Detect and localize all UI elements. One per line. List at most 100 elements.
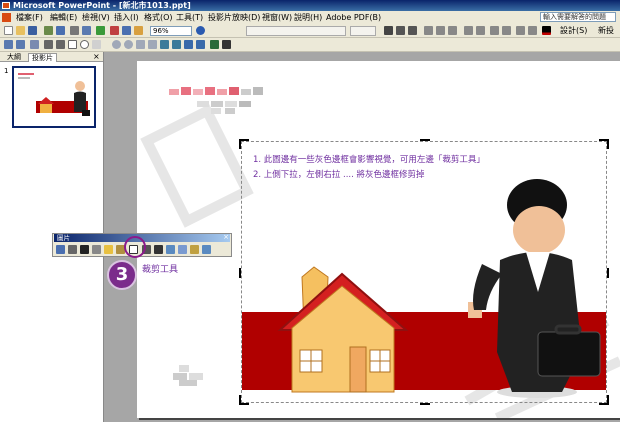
- color-icon[interactable]: [68, 245, 77, 254]
- reset-picture-icon[interactable]: [202, 245, 211, 254]
- align-right-icon[interactable]: [448, 26, 457, 35]
- new-slide-button[interactable]: 新投: [598, 25, 614, 37]
- email-icon[interactable]: [56, 26, 65, 35]
- insert-picture-icon[interactable]: [56, 245, 65, 254]
- slide-number: 1: [4, 67, 9, 75]
- clipart-icon[interactable]: [184, 40, 193, 49]
- print-icon[interactable]: [70, 26, 79, 35]
- textbox-icon[interactable]: [92, 40, 101, 49]
- line-color-icon[interactable]: [222, 40, 231, 49]
- instruction-step-2: 2. 上側下拉，左側右拉 .... 將灰色邊框修剪掉: [253, 170, 425, 180]
- spelling-icon[interactable]: [96, 26, 105, 35]
- underline-icon[interactable]: [408, 26, 417, 35]
- crop-handle-bottom-left[interactable]: [238, 394, 250, 406]
- autoshapes-icon[interactable]: [30, 40, 39, 49]
- decrease-indent-icon[interactable]: [516, 26, 525, 35]
- powerpoint-window: Microsoft PowerPoint - [新北市1013.ppt] 檔案(…: [0, 0, 620, 422]
- line-icon[interactable]: [44, 40, 53, 49]
- crop-handle-top[interactable]: [420, 139, 430, 141]
- oval-icon[interactable]: [80, 40, 89, 49]
- slide-subtitle-blurred: [197, 101, 251, 114]
- menu-window[interactable]: 視窗(W): [262, 11, 292, 24]
- crop-handle-top-right[interactable]: [598, 138, 610, 150]
- align-objects-icon[interactable]: [148, 40, 157, 49]
- bullets-icon[interactable]: [476, 26, 485, 35]
- menu-insert[interactable]: 插入(I): [114, 11, 139, 24]
- crop-handle-left[interactable]: [239, 268, 241, 278]
- align-center-icon[interactable]: [436, 26, 445, 35]
- menu-edit[interactable]: 編輯(E): [50, 11, 77, 24]
- menu-view[interactable]: 檢視(V): [82, 11, 110, 24]
- font-size-select[interactable]: [350, 26, 376, 36]
- wordart-icon[interactable]: [160, 40, 169, 49]
- slide-thumbnail[interactable]: [12, 66, 96, 128]
- font-name-select[interactable]: [246, 26, 346, 36]
- less-contrast-icon[interactable]: [92, 245, 101, 254]
- design-button[interactable]: 設計(S): [560, 25, 587, 37]
- cut-icon[interactable]: [110, 26, 119, 35]
- rotate-left-icon[interactable]: [112, 40, 121, 49]
- new-icon[interactable]: [4, 26, 13, 35]
- bold-icon[interactable]: [384, 26, 393, 35]
- open-icon[interactable]: [16, 26, 25, 35]
- crop-handle-bottom-right[interactable]: [598, 394, 610, 406]
- instruction-text: 1. 此圖邊有一些灰色邊框會影響視覺，可用左邊「裁剪工具」 2. 上側下拉，左側…: [253, 153, 485, 183]
- tab-slides[interactable]: 投影片: [28, 53, 57, 62]
- zoom-select[interactable]: 96%: [150, 26, 192, 36]
- crop-tool-label: 裁剪工具: [142, 265, 179, 275]
- numbering-icon[interactable]: [464, 26, 473, 35]
- permission-icon[interactable]: [44, 26, 53, 35]
- copy-icon[interactable]: [122, 26, 131, 35]
- flip-icon[interactable]: [136, 40, 145, 49]
- picture-icon[interactable]: [196, 40, 205, 49]
- line-style-icon[interactable]: [154, 245, 163, 254]
- align-left-icon[interactable]: [424, 26, 433, 35]
- rectangle-icon[interactable]: [68, 40, 77, 49]
- menu-bar: 檔案(F) 編輯(E) 檢視(V) 插入(I) 格式(O) 工具(T) 投影片放…: [0, 11, 620, 24]
- fill-color-icon[interactable]: [210, 40, 219, 49]
- standard-toolbar: 96% 設計(S) 新投: [0, 24, 620, 38]
- step-badge: 3: [107, 260, 137, 290]
- transparent-color-icon[interactable]: [190, 245, 199, 254]
- crop-handle-bottom[interactable]: [420, 403, 430, 405]
- select-objects-icon[interactable]: [16, 40, 25, 49]
- paste-icon[interactable]: [134, 26, 143, 35]
- format-picture-icon[interactable]: [178, 245, 187, 254]
- menu-help[interactable]: 說明(H): [294, 11, 322, 24]
- font-color-icon[interactable]: [542, 26, 551, 35]
- draw-icon[interactable]: [4, 40, 13, 49]
- rotate-right-icon[interactable]: [124, 40, 133, 49]
- window-title: Microsoft PowerPoint - [新北市1013.ppt]: [13, 1, 191, 10]
- compress-icon[interactable]: [166, 245, 175, 254]
- help-search-input[interactable]: 輸入需要解答的問題: [540, 12, 616, 22]
- decrease-font-icon[interactable]: [502, 26, 511, 35]
- instruction-step-1: 1. 此圖邊有一些灰色邊框會影響視覺，可用左邊「裁剪工具」: [253, 155, 485, 165]
- print-preview-icon[interactable]: [82, 26, 91, 35]
- close-icon[interactable]: ×: [93, 52, 100, 62]
- menu-tools[interactable]: 工具(T): [176, 11, 203, 24]
- drawing-toolbar: [0, 38, 620, 52]
- menu-file[interactable]: 檔案(F): [16, 11, 43, 24]
- close-icon[interactable]: ×: [223, 233, 229, 241]
- pane-tabs: 大綱 投影片 ×: [0, 52, 103, 62]
- thumbnail-image: [18, 73, 90, 116]
- more-brightness-icon[interactable]: [104, 245, 113, 254]
- title-bar: Microsoft PowerPoint - [新北市1013.ppt]: [0, 0, 620, 11]
- italic-icon[interactable]: [396, 26, 405, 35]
- diagram-icon[interactable]: [172, 40, 181, 49]
- tab-outline[interactable]: 大綱: [4, 53, 24, 62]
- crop-handle-top-left[interactable]: [238, 138, 250, 150]
- menu-format[interactable]: 格式(O): [144, 11, 173, 24]
- powerpoint-app-icon: [2, 2, 10, 9]
- document-icon[interactable]: [2, 13, 11, 22]
- help-icon[interactable]: [196, 26, 205, 35]
- menu-slideshow[interactable]: 投影片放映(D): [208, 11, 260, 24]
- menu-adobe-pdf[interactable]: Adobe PDF(B): [326, 11, 381, 24]
- crop-handle-right[interactable]: [607, 268, 609, 278]
- increase-indent-icon[interactable]: [528, 26, 537, 35]
- picture-toolbar-title-text: 圖片: [57, 234, 70, 242]
- arrow-icon[interactable]: [56, 40, 65, 49]
- save-icon[interactable]: [28, 26, 37, 35]
- increase-font-icon[interactable]: [490, 26, 499, 35]
- more-contrast-icon[interactable]: [80, 245, 89, 254]
